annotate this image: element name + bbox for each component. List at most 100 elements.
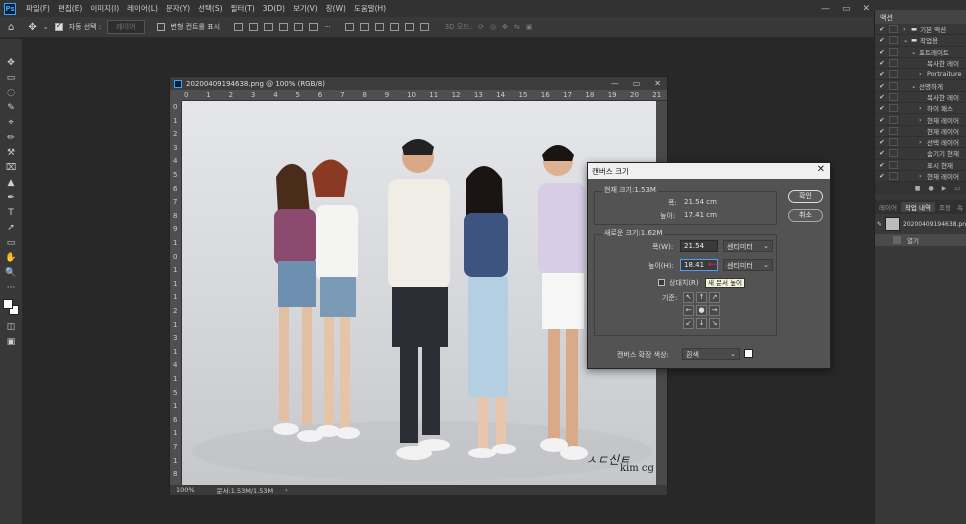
history-snapshot[interactable]: ✎ 20200409194638.pn bbox=[875, 214, 966, 234]
align-left-icon[interactable] bbox=[279, 23, 289, 31]
anchor-bottom-left[interactable]: ↙ bbox=[683, 318, 694, 329]
dialog-toggle-box[interactable] bbox=[889, 115, 898, 124]
expand-arrow-icon[interactable]: › bbox=[919, 116, 927, 124]
dialog-toggle-box[interactable] bbox=[889, 59, 898, 68]
align-center-icon[interactable] bbox=[294, 23, 304, 31]
distribute-right-icon[interactable] bbox=[419, 23, 429, 31]
marquee-tool-icon[interactable]: ▭ bbox=[0, 70, 22, 85]
photo-canvas[interactable]: ㅅㄷ신ㅌ kim cg bbox=[182, 101, 656, 485]
anchor-bottom-right[interactable]: ↘ bbox=[709, 318, 720, 329]
dialog-toggle-box[interactable] bbox=[889, 36, 898, 45]
dialog-toggle-box[interactable] bbox=[889, 104, 898, 113]
width-unit-select[interactable]: 센티미터 ⌄ bbox=[723, 240, 773, 252]
auto-select-checkbox[interactable] bbox=[54, 21, 63, 31]
menu-view[interactable]: 보기(V) bbox=[289, 3, 322, 14]
expand-arrow-icon[interactable]: › bbox=[919, 172, 927, 180]
anchor-middle-left[interactable]: ← bbox=[683, 305, 694, 316]
anchor-center[interactable]: ● bbox=[696, 305, 707, 316]
dialog-toggle-box[interactable] bbox=[889, 70, 898, 79]
action-row[interactable]: ✔ › Portraiture bbox=[875, 69, 966, 81]
vertical-ruler[interactable]: 0123456789101112131415161718 bbox=[170, 101, 182, 485]
more-tools-icon[interactable]: ··· bbox=[0, 280, 22, 295]
action-enabled-checkmark-icon[interactable]: ✔ bbox=[875, 25, 889, 33]
hand-tool-icon[interactable]: ✋ bbox=[0, 250, 22, 265]
auto-select-dropdown[interactable]: 레이어 bbox=[107, 20, 145, 34]
status-menu-icon[interactable]: › bbox=[285, 486, 288, 494]
action-row[interactable]: ✔ ⌄ 선명하게 bbox=[875, 80, 966, 92]
align-right-icon[interactable] bbox=[309, 23, 319, 31]
menu-select[interactable]: 선택(S) bbox=[194, 3, 226, 14]
menu-3d[interactable]: 3D(D) bbox=[259, 4, 289, 13]
screen-mode-icon[interactable]: ▣ bbox=[0, 334, 22, 349]
distribute-middle-icon[interactable] bbox=[359, 23, 369, 31]
dialog-toggle-box[interactable] bbox=[889, 81, 898, 90]
more-align-icon[interactable]: ··· bbox=[324, 23, 331, 31]
cancel-button[interactable]: 취소 bbox=[788, 209, 823, 222]
tab-adjustments[interactable]: 조정 bbox=[935, 202, 955, 212]
menu-window[interactable]: 창(W) bbox=[322, 3, 350, 14]
quick-select-tool-icon[interactable]: ✎ bbox=[0, 100, 22, 115]
action-row[interactable]: ✔ › ▬ 기본 액션 bbox=[875, 24, 966, 36]
rectangle-tool-icon[interactable]: ▭ bbox=[0, 235, 22, 250]
foreground-color-swatch[interactable] bbox=[3, 299, 13, 309]
horizontal-ruler[interactable]: 0 1 2 3 4 5 6 7 8 9 10 11 12 13 14 15 16 17 18 19 20 21 bbox=[182, 90, 667, 101]
tab-properties[interactable]: 속 bbox=[955, 202, 965, 212]
pen-tool-icon[interactable]: ✒ bbox=[0, 190, 22, 205]
action-enabled-checkmark-icon[interactable]: ✔ bbox=[875, 127, 889, 135]
record-icon[interactable]: ● bbox=[928, 185, 933, 192]
expand-arrow-icon[interactable]: › bbox=[919, 138, 927, 146]
tab-layers[interactable]: 레이어 bbox=[875, 202, 901, 212]
tab-actions[interactable]: 액션 bbox=[875, 10, 966, 24]
ruler-corner[interactable] bbox=[170, 90, 182, 101]
action-row[interactable]: ✔ 표시 현재 bbox=[875, 160, 966, 171]
height-unit-select[interactable]: 센티미터 ⌄ bbox=[723, 259, 773, 271]
action-row[interactable]: ✔ 복사한 레이 bbox=[875, 92, 966, 104]
new-set-icon[interactable]: ▭ bbox=[954, 185, 960, 192]
action-enabled-checkmark-icon[interactable]: ✔ bbox=[875, 70, 889, 78]
history-item[interactable]: 열기 bbox=[875, 234, 966, 247]
dialog-title-bar[interactable]: 캔버스 크기 bbox=[588, 163, 830, 179]
action-row[interactable]: ✔ › 현재 레이어 bbox=[875, 114, 966, 126]
distribute-top-icon[interactable] bbox=[344, 23, 354, 31]
menu-layer[interactable]: 레이어(L) bbox=[123, 3, 162, 14]
menu-help[interactable]: 도움말(H) bbox=[350, 3, 390, 14]
zoom-level[interactable]: 100% bbox=[176, 486, 195, 494]
expand-arrow-icon[interactable]: › bbox=[919, 70, 927, 78]
tab-history[interactable]: 작업 내역 bbox=[900, 202, 935, 213]
dialog-close-icon[interactable]: ✕ bbox=[817, 164, 825, 175]
action-row[interactable]: ✔ › 현재 레이어 bbox=[875, 171, 966, 183]
action-row[interactable]: ✔ 현재 레이어 bbox=[875, 126, 966, 137]
brush-tool-icon[interactable]: ✏ bbox=[0, 130, 22, 145]
move-tool-dropdown-icon[interactable]: ⌄ bbox=[43, 23, 49, 31]
play-icon[interactable]: ▶ bbox=[942, 185, 947, 192]
distribute-left-icon[interactable] bbox=[389, 23, 399, 31]
scale-3d-icon[interactable]: ▣ bbox=[526, 23, 533, 31]
anchor-bottom-center[interactable]: ↓ bbox=[696, 318, 707, 329]
document-tab[interactable]: 20200409194638.png @ 100% (RGB/8) bbox=[170, 77, 667, 90]
distribute-center-icon[interactable] bbox=[404, 23, 414, 31]
move-tool-icon[interactable]: ✥ bbox=[28, 22, 36, 33]
doc-close-button[interactable]: ✕ bbox=[654, 79, 661, 88]
dialog-toggle-box[interactable] bbox=[889, 160, 898, 169]
expand-arrow-icon[interactable]: ⌄ bbox=[903, 36, 911, 44]
action-row[interactable]: ✔ ⌄ 포트레이트 bbox=[875, 47, 966, 58]
dialog-toggle-box[interactable] bbox=[889, 126, 898, 135]
anchor-top-right[interactable]: ↗ bbox=[709, 292, 720, 303]
extension-color-swatch[interactable] bbox=[744, 349, 753, 358]
ok-button[interactable]: 확인 bbox=[788, 190, 823, 203]
drag-3d-icon[interactable]: ✥ bbox=[502, 23, 508, 31]
expand-arrow-icon[interactable]: ⌄ bbox=[911, 82, 919, 90]
doc-minimize-button[interactable]: — bbox=[611, 79, 619, 88]
action-enabled-checkmark-icon[interactable]: ✔ bbox=[875, 116, 889, 124]
menu-type[interactable]: 문자(Y) bbox=[162, 3, 194, 14]
dialog-toggle-box[interactable] bbox=[889, 25, 898, 34]
distribute-bottom-icon[interactable] bbox=[374, 23, 384, 31]
doc-restore-button[interactable]: ▭ bbox=[633, 79, 641, 88]
align-bottom-icon[interactable] bbox=[264, 23, 274, 31]
action-enabled-checkmark-icon[interactable]: ✔ bbox=[875, 138, 889, 146]
quick-mask-icon[interactable]: ◫ bbox=[0, 319, 22, 334]
expand-arrow-icon[interactable]: ⌄ bbox=[911, 48, 919, 56]
action-enabled-checkmark-icon[interactable]: ✔ bbox=[875, 172, 889, 180]
type-tool-icon[interactable]: T bbox=[0, 205, 22, 220]
dialog-toggle-box[interactable] bbox=[889, 138, 898, 147]
